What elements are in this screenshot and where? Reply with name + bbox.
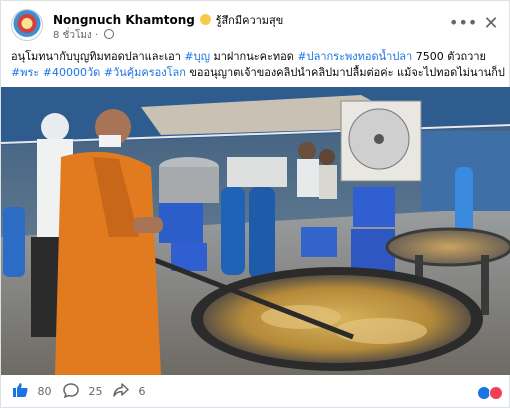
comment-count: 25 xyxy=(88,385,103,398)
share-count: 6 xyxy=(138,385,146,398)
smile-emoji-icon xyxy=(199,14,211,25)
close-button[interactable]: ✕ xyxy=(479,13,503,37)
hashtag-bun[interactable]: #บุญ xyxy=(184,50,210,63)
comment-button[interactable]: 25 xyxy=(63,381,103,403)
like-button[interactable]: 80 xyxy=(13,381,52,403)
share-button[interactable]: 6 xyxy=(113,381,146,403)
feeling-text: รู้สึกมีความสุข xyxy=(215,14,284,27)
post-actions: 80 25 6 xyxy=(1,377,510,407)
post-card: Nongnuch Khamtong รู้สึกมีความสุข 8 ชั่ว… xyxy=(0,0,510,408)
love-reaction-icon[interactable] xyxy=(489,386,503,400)
caption-text: อนุโมทนากับบุญทิมทอดปลาและเอา xyxy=(11,50,185,63)
comment-bubble-icon xyxy=(63,383,79,399)
meta-separator: · xyxy=(94,30,99,41)
thumbs-up-icon xyxy=(13,383,28,397)
post-meta: 8 ชั่วโมง · xyxy=(53,28,115,43)
post-time[interactable]: 8 ชั่วโมง xyxy=(53,30,92,41)
hashtag-fried-fish[interactable]: #ปลากระพงทอดน้ำปลา xyxy=(297,50,412,63)
post-caption: อนุโมทนากับบุญทิมทอดปลาและเอา #บุญ มาฝาก… xyxy=(11,49,505,81)
caption-text: 7500 ตัวถวาย xyxy=(412,50,486,63)
more-horizontal-icon: ••• xyxy=(449,13,478,32)
like-count: 80 xyxy=(37,385,52,398)
caption-text: ขออนุญาตเจ้าของคลิปนำคลิปมาปลื้มต่อค่ะ แ… xyxy=(189,66,505,79)
author-name[interactable]: Nongnuch Khamtong xyxy=(53,13,195,27)
share-arrow-icon xyxy=(113,383,129,397)
post-header: Nongnuch Khamtong รู้สึกมีความสุข 8 ชั่ว… xyxy=(1,1,510,47)
author-row: Nongnuch Khamtong รู้สึกมีความสุข xyxy=(53,11,283,27)
frying-fish-photo xyxy=(1,87,510,375)
hashtag-monk[interactable]: #พระ xyxy=(11,66,39,79)
globe-icon[interactable] xyxy=(104,29,115,39)
caption-text: มาฝากนะคะทอด xyxy=(210,50,298,63)
caption-line-2: #พระ #40000วัด #วันคุ้มครองโลก ขออนุญาตเ… xyxy=(11,65,505,81)
hashtag-earth-day[interactable]: #วันคุ้มครองโลก xyxy=(104,66,186,79)
post-photo[interactable] xyxy=(1,87,510,375)
caption-line-1: อนุโมทนากับบุญทิมทอดปลาและเอา #บุญ มาฝาก… xyxy=(11,49,505,65)
more-options-button[interactable]: ••• xyxy=(449,13,477,37)
hashtag-temples[interactable]: #40000วัด xyxy=(43,66,101,79)
close-icon: ✕ xyxy=(483,13,499,34)
avatar[interactable] xyxy=(11,9,43,41)
